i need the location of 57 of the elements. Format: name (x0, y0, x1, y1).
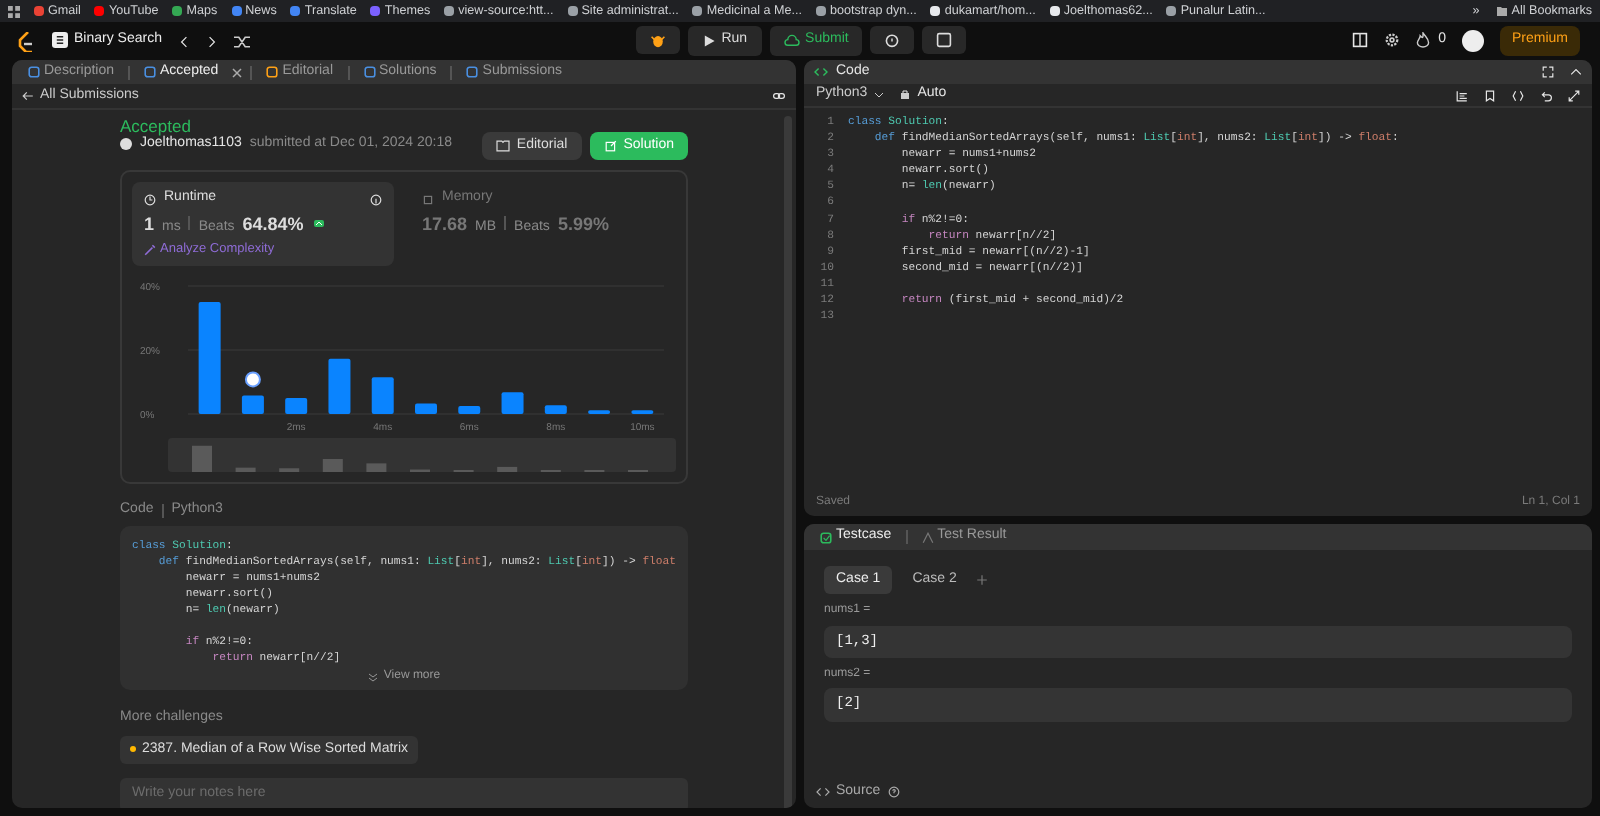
edit-icon (603, 140, 618, 153)
caret-up-icon (921, 531, 934, 543)
chart-bar[interactable] (198, 301, 221, 414)
user-avatar (120, 138, 132, 151)
debug-button[interactable] (635, 26, 680, 55)
link-icon[interactable] (772, 90, 786, 102)
layout-icon[interactable] (1352, 32, 1369, 49)
folder-icon (1495, 5, 1508, 16)
close-icon[interactable] (232, 67, 243, 77)
stat-value: 17.68 (422, 213, 468, 236)
double-chevron-down-icon (367, 671, 378, 682)
avatar[interactable] (1461, 29, 1484, 52)
note-icon (936, 32, 953, 49)
chart-bar[interactable] (241, 395, 264, 414)
settings-icon[interactable] (1384, 32, 1401, 49)
lock-icon (899, 88, 910, 101)
alarm-clock-icon (884, 32, 901, 49)
bug-icon (649, 32, 666, 49)
chart-bar[interactable] (458, 405, 481, 414)
beats-percent: 5.99% (557, 213, 609, 236)
caret-icon (873, 89, 884, 100)
hover-marker (244, 371, 261, 388)
arrow-left-icon (22, 89, 34, 102)
list-icon (52, 32, 68, 49)
braces-icon[interactable] (1512, 89, 1524, 101)
beats-badge-icon (311, 219, 326, 230)
undo-icon[interactable] (1540, 89, 1552, 101)
beats-percent: 64.84% (242, 213, 304, 236)
logo-icon (16, 31, 36, 51)
code-icon (814, 65, 828, 78)
wand-icon (144, 244, 156, 257)
format-icon[interactable] (1456, 89, 1468, 101)
bookmark-icon[interactable] (1484, 89, 1496, 101)
code-icon (816, 785, 830, 798)
timer-button[interactable] (870, 26, 915, 55)
apps-icon[interactable] (8, 5, 20, 17)
submission-status: Accepted (120, 116, 191, 136)
chart-bar[interactable] (415, 403, 437, 414)
plus-icon[interactable] (976, 574, 989, 587)
clock-icon (144, 193, 156, 206)
notes-button[interactable] (922, 26, 967, 55)
chart-bar[interactable] (371, 377, 394, 414)
help-icon[interactable] (888, 785, 901, 798)
chevron-left-icon[interactable] (177, 33, 190, 49)
cloud-upload-icon (783, 33, 800, 48)
stat-value: 1 (144, 213, 155, 236)
play-icon (701, 33, 716, 48)
chevron-up-icon[interactable] (1570, 66, 1582, 78)
chart-bar[interactable] (328, 358, 351, 414)
chart-bar[interactable] (285, 397, 308, 414)
flame-icon (1416, 32, 1431, 49)
chart-bar[interactable] (544, 405, 567, 414)
expand-icon[interactable] (1542, 66, 1554, 78)
fullscreen-icon[interactable] (1568, 89, 1580, 101)
shuffle-icon[interactable] (233, 33, 250, 49)
chevron-right-icon[interactable] (205, 33, 218, 49)
info-icon[interactable] (370, 193, 382, 206)
